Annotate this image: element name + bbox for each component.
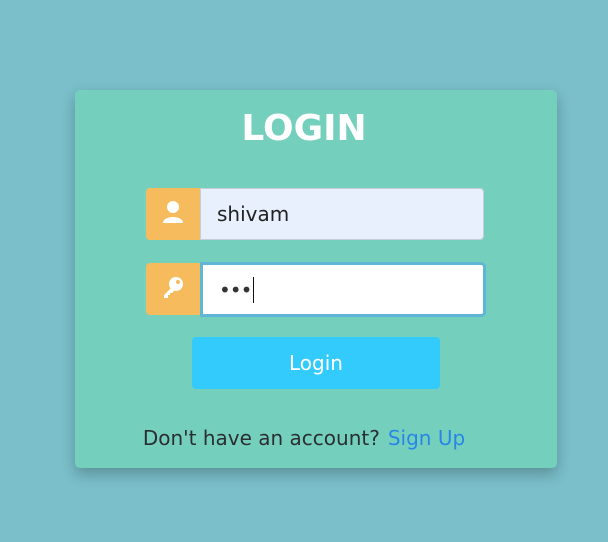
signup-prompt: Don't have an account? Sign Up <box>0 426 608 450</box>
user-icon <box>162 200 184 228</box>
text-caret <box>253 276 255 303</box>
page-title: LOGIN <box>241 108 367 149</box>
password-masked-value: ••• <box>219 277 252 302</box>
username-icon-box <box>146 188 200 240</box>
login-button[interactable]: Login <box>192 337 440 389</box>
password-input[interactable]: ••• <box>200 262 486 317</box>
password-icon-box <box>146 263 200 315</box>
username-input[interactable] <box>200 188 484 240</box>
signup-link[interactable]: Sign Up <box>388 426 465 450</box>
signup-prompt-text: Don't have an account? <box>142 426 380 450</box>
key-icon <box>161 275 185 303</box>
